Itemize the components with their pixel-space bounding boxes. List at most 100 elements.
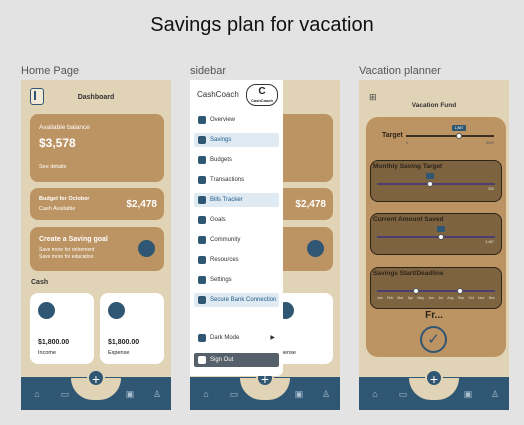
behind-budget-amount: $2,478 [295,199,326,210]
sidebar-item-overview[interactable]: Overview [194,113,279,127]
bank-icon [198,296,206,304]
start-date-knob[interactable] [413,287,419,294]
page-title: Savings plan for vacation [150,14,374,36]
profile-icon[interactable]: ♙ [489,388,501,400]
add-button[interactable]: + [87,369,105,387]
month-labels: Jan Feb Mar Apr May Jun Jul Aug Sep Oct Nov Dec [377,296,495,302]
current-slider[interactable] [377,226,495,240]
target-slider-knob[interactable] [456,132,462,139]
target-label: Target [382,132,403,139]
month-label: Aug [447,296,454,300]
month-label: Jul [438,296,443,300]
transactions-icon [198,176,206,184]
sidebar-item-settings[interactable]: Settings [194,273,279,287]
sidebar-item-bills-tracker[interactable]: Bills Tracker [194,193,279,207]
monthly-tooltip [426,173,434,179]
settings-icon [198,276,206,284]
sidebar-item-secure-bank[interactable]: Secure Bank Connection [194,293,279,307]
calendar-icon[interactable]: ▭ [397,388,409,400]
goals-icon [198,216,206,224]
deadline-knob[interactable] [457,287,463,294]
sidebar-item-community[interactable]: Community [194,233,279,247]
target-tooltip: 1,867 [452,125,466,131]
monthly-label: Monthly Saving Target [373,163,443,170]
see-details-link[interactable]: See details [39,164,66,170]
caption-home: Home Page [21,65,80,77]
income-card[interactable]: $1,800.00 Income [30,293,94,364]
balance-amount: $3,578 [39,136,76,150]
budget-title: Budget for October [39,196,90,202]
wallet-icon[interactable]: ▣ [293,388,305,400]
dates-label: Savings Start/Deadline [373,270,444,277]
sidebar-item-savings[interactable]: Savings [194,133,279,147]
home-screen: Dashboard Available balance $3,578 See d… [21,80,171,410]
brand-name: CashCoach [197,90,239,99]
savings-icon [198,136,206,144]
calendar-icon[interactable]: ▭ [228,388,240,400]
monthly-slider[interactable] [377,173,495,187]
community-icon [198,236,206,244]
sidebar-item-transactions[interactable]: Transactions [194,173,279,187]
sidebar-item-goals[interactable]: Goals [194,213,279,227]
balance-card[interactable]: Available balance $3,578 See details [30,114,164,182]
expense-icon [108,302,125,319]
expense-amount: $1,800.00 [108,339,140,346]
profile-icon[interactable]: ♙ [320,388,332,400]
saving-goal-card[interactable]: Create a Saving goal Save more for retir… [30,227,164,271]
expense-card[interactable]: $1,800.00 Expense [100,293,164,364]
sidebar-item-label: Secure Bank Connection [210,297,277,303]
monthly-target-field: Monthly Saving Target 300 [370,160,502,202]
monthly-slider-knob[interactable] [427,180,433,187]
sidebar-item-budgets[interactable]: Budgets [194,153,279,167]
month-label: Sep [457,296,465,300]
income-amount: $1,800.00 [38,339,70,346]
dark-mode-toggle[interactable]: Dark Mode ▶ [194,331,279,345]
budget-sub: Cash Available [39,206,76,212]
grid-menu-icon[interactable]: ⊞ [369,93,378,102]
wallet-icon[interactable]: ▣ [462,388,474,400]
target-slider[interactable]: 1,867 [406,125,494,139]
sign-out-button[interactable]: Sign Out [194,353,279,367]
bills-icon [198,196,206,204]
month-label: Apr [407,296,414,300]
fr-text: Fr... [425,310,443,321]
planner-screen: ⊞ Vacation Fund Target 1,867 0 5000 Mont… [359,80,509,410]
month-label: Nov [478,296,485,300]
home-icon[interactable]: ⌂ [200,388,212,400]
target-row: Target 1,867 0 5000 [370,125,502,153]
home-icon[interactable]: ⌂ [31,388,43,400]
month-label: Jan [377,296,383,300]
logo: C CashCoach [246,84,278,106]
confirm-check-button[interactable]: ✓ [420,326,447,353]
behind-goal-dot [307,240,324,257]
wallet-icon[interactable]: ▣ [124,388,136,400]
sign-out-icon [198,356,206,364]
month-label: Feb [386,296,394,300]
sidebar-screen: $2,478 pense ⌂ ▭ ▣ ♙ + CashCoach C CashC… [190,80,340,410]
dates-slider[interactable] [377,287,495,294]
current-slider-knob[interactable] [438,233,444,240]
cash-label: Cash [31,279,49,286]
sign-out-label: Sign Out [210,357,234,363]
target-max: 5000 [486,141,494,145]
goal-add-button[interactable] [138,240,155,257]
home-icon[interactable]: ⌂ [369,388,381,400]
sidebar-item-resources[interactable]: Resources [194,253,279,267]
profile-icon[interactable]: ♙ [151,388,163,400]
budgets-icon [198,156,206,164]
caption-planner: Vacation planner [359,65,441,77]
sidebar-item-label: Budgets [210,157,233,163]
sidebar-item-label: Resources [210,257,239,263]
current-max: 3,487 [485,240,494,244]
goal-title: Create a Saving goal [39,236,108,243]
sidebar-panel: CashCoach C CashCoach Overview Savings B… [190,80,283,376]
month-label: Mar [397,296,404,300]
logo-text: CashCoach [250,98,273,103]
calendar-icon[interactable]: ▭ [59,388,71,400]
month-label: Dec [488,296,495,300]
current-tooltip [437,226,445,232]
sidebar-item-label: Community [210,237,241,243]
add-button[interactable]: + [425,369,443,387]
budget-card[interactable]: Budget for October Cash Available $2,478 [30,188,164,220]
target-min: 0 [406,141,408,145]
